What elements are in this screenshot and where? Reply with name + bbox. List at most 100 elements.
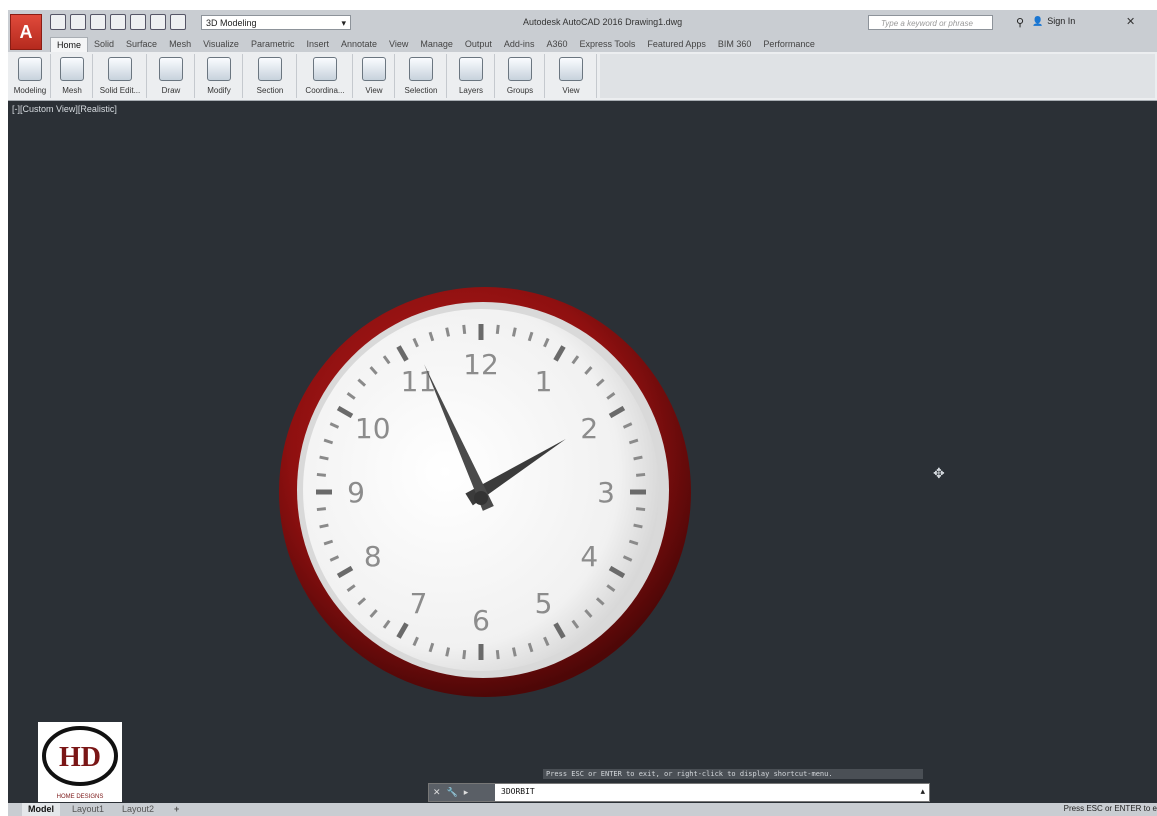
panel-label: Groups bbox=[506, 86, 534, 95]
new-file-icon[interactable] bbox=[50, 14, 66, 30]
panel-label: View bbox=[365, 86, 383, 95]
status-bar: Model Layout1 Layout2 + Press ESC or ENT… bbox=[8, 803, 1157, 816]
search-input[interactable]: Type a keyword or phrase bbox=[868, 15, 993, 30]
tab-model[interactable]: Model bbox=[22, 803, 60, 816]
tab-add-ins[interactable]: Add-ins bbox=[498, 37, 541, 52]
clock-tick bbox=[635, 507, 646, 512]
panel-label: Modify bbox=[207, 86, 231, 95]
panel-selection[interactable]: Selection bbox=[396, 54, 447, 98]
workspace-select[interactable]: 3D Modeling ▾ bbox=[201, 15, 351, 30]
ucs-icon bbox=[313, 57, 337, 81]
clock-number-1: 1 bbox=[535, 365, 553, 398]
tab-parametric[interactable]: Parametric bbox=[245, 37, 301, 52]
customize-wrench-icon[interactable]: 🔧 bbox=[447, 787, 458, 798]
application-menu-button[interactable]: A bbox=[10, 14, 42, 50]
clock-tick bbox=[462, 649, 467, 660]
polyline-icon bbox=[159, 57, 183, 81]
binoculars-icon[interactable]: ⚲ bbox=[1016, 16, 1024, 29]
panel-coordinates[interactable]: Coordina... bbox=[298, 54, 353, 98]
panel-label: Layers bbox=[458, 86, 483, 95]
clock-tick bbox=[462, 324, 467, 335]
tab-a360[interactable]: A360 bbox=[540, 37, 573, 52]
clock-tick bbox=[511, 327, 517, 337]
logo-text: HOME DESIGNS bbox=[56, 794, 104, 800]
save-icon[interactable] bbox=[90, 14, 106, 30]
tab-featured-apps[interactable]: Featured Apps bbox=[641, 37, 712, 52]
panel-modify[interactable]: Modify bbox=[196, 54, 243, 98]
user-icon: 👤 bbox=[1032, 16, 1044, 26]
panel-label: Modeling bbox=[13, 86, 47, 95]
panel-draw[interactable]: Draw bbox=[148, 54, 195, 98]
tab-mesh[interactable]: Mesh bbox=[163, 37, 197, 52]
clock-tick bbox=[316, 472, 327, 477]
tab-bim-360[interactable]: BIM 360 bbox=[712, 37, 758, 52]
tab-insert[interactable]: Insert bbox=[300, 37, 335, 52]
panel-label: View bbox=[562, 86, 580, 95]
undo-icon[interactable] bbox=[150, 14, 166, 30]
tab-layout1[interactable]: Layout1 bbox=[66, 803, 110, 816]
clock-tick bbox=[316, 507, 327, 512]
autocad-window: 3D Modeling ▾ Autodesk AutoCAD 2016 Draw… bbox=[8, 10, 1157, 816]
panel-groups[interactable]: Groups bbox=[496, 54, 545, 98]
panel-label: Mesh bbox=[62, 86, 82, 95]
visual-style-icon bbox=[362, 57, 386, 81]
sign-in-button[interactable]: 👤 Sign In bbox=[1032, 16, 1075, 27]
logo-mark: HD bbox=[42, 726, 118, 786]
panel-label: Solid Edit... bbox=[99, 86, 141, 95]
panel-view-2[interactable]: View bbox=[546, 54, 597, 98]
clock-tick bbox=[633, 523, 643, 529]
clock-tick bbox=[635, 472, 646, 477]
command-line-controls: ✕ 🔧 ▸ bbox=[429, 784, 495, 801]
panel-solid-edit[interactable]: Solid Edit... bbox=[94, 54, 147, 98]
close-icon[interactable]: ✕ bbox=[433, 787, 441, 798]
tab-visualize[interactable]: Visualize bbox=[197, 37, 245, 52]
selection-cube-icon bbox=[409, 57, 433, 81]
tab-output[interactable]: Output bbox=[459, 37, 498, 52]
add-layout-button[interactable]: + bbox=[168, 803, 185, 816]
command-input[interactable]: 3DORBIT bbox=[501, 787, 535, 796]
clock-tick bbox=[495, 324, 500, 335]
chevron-up-icon[interactable]: ▴ bbox=[920, 786, 925, 797]
union-icon bbox=[108, 57, 132, 81]
save-as-icon[interactable] bbox=[110, 14, 126, 30]
tab-performance[interactable]: Performance bbox=[757, 37, 821, 52]
panel-view[interactable]: View bbox=[354, 54, 395, 98]
panel-section[interactable]: Section bbox=[244, 54, 297, 98]
modify-icon bbox=[207, 57, 231, 81]
tab-express-tools[interactable]: Express Tools bbox=[573, 37, 641, 52]
section-plane-icon bbox=[258, 57, 282, 81]
tab-manage[interactable]: Manage bbox=[414, 37, 459, 52]
logo-initials: HD bbox=[59, 742, 101, 773]
clock-number-8: 8 bbox=[364, 540, 382, 573]
clock-number-11: 11 bbox=[401, 365, 437, 398]
tab-surface[interactable]: Surface bbox=[120, 37, 163, 52]
clock-tick bbox=[445, 647, 451, 657]
clock-tick bbox=[511, 647, 517, 657]
folder-icon bbox=[559, 57, 583, 81]
tab-home[interactable]: Home bbox=[50, 37, 89, 52]
command-line[interactable]: ✕ 🔧 ▸ 3DORBIT ▴ bbox=[428, 783, 930, 802]
recent-commands-icon[interactable]: ▸ bbox=[464, 787, 469, 798]
clock-number-10: 10 bbox=[355, 412, 391, 445]
tab-layout2[interactable]: Layout2 bbox=[116, 803, 160, 816]
channel-logo: HD HOME DESIGNS bbox=[38, 722, 122, 802]
exchange-icon[interactable]: ✕ bbox=[1126, 15, 1135, 28]
tab-view[interactable]: View bbox=[383, 37, 414, 52]
redo-icon[interactable] bbox=[170, 14, 186, 30]
open-file-icon[interactable] bbox=[70, 14, 86, 30]
tab-solid[interactable]: Solid bbox=[88, 37, 120, 52]
clock-center-pin bbox=[474, 491, 488, 505]
clock-number-12: 12 bbox=[463, 348, 499, 381]
viewport-controls[interactable]: [-][Custom View][Realistic] bbox=[12, 104, 117, 114]
panel-label: Section bbox=[256, 86, 284, 95]
clock-tick bbox=[319, 523, 329, 529]
window-title: Autodesk AutoCAD 2016 Drawing1.dwg bbox=[523, 17, 683, 27]
panel-layers[interactable]: Layers bbox=[448, 54, 495, 98]
panel-label: Selection bbox=[404, 86, 438, 95]
tab-annotate[interactable]: Annotate bbox=[335, 37, 383, 52]
title-bar: 3D Modeling ▾ Autodesk AutoCAD 2016 Draw… bbox=[8, 10, 1157, 37]
plot-icon[interactable] bbox=[130, 14, 146, 30]
panel-modeling[interactable]: Modeling bbox=[10, 54, 51, 98]
layers-icon bbox=[459, 57, 483, 81]
panel-mesh[interactable]: Mesh bbox=[52, 54, 93, 98]
